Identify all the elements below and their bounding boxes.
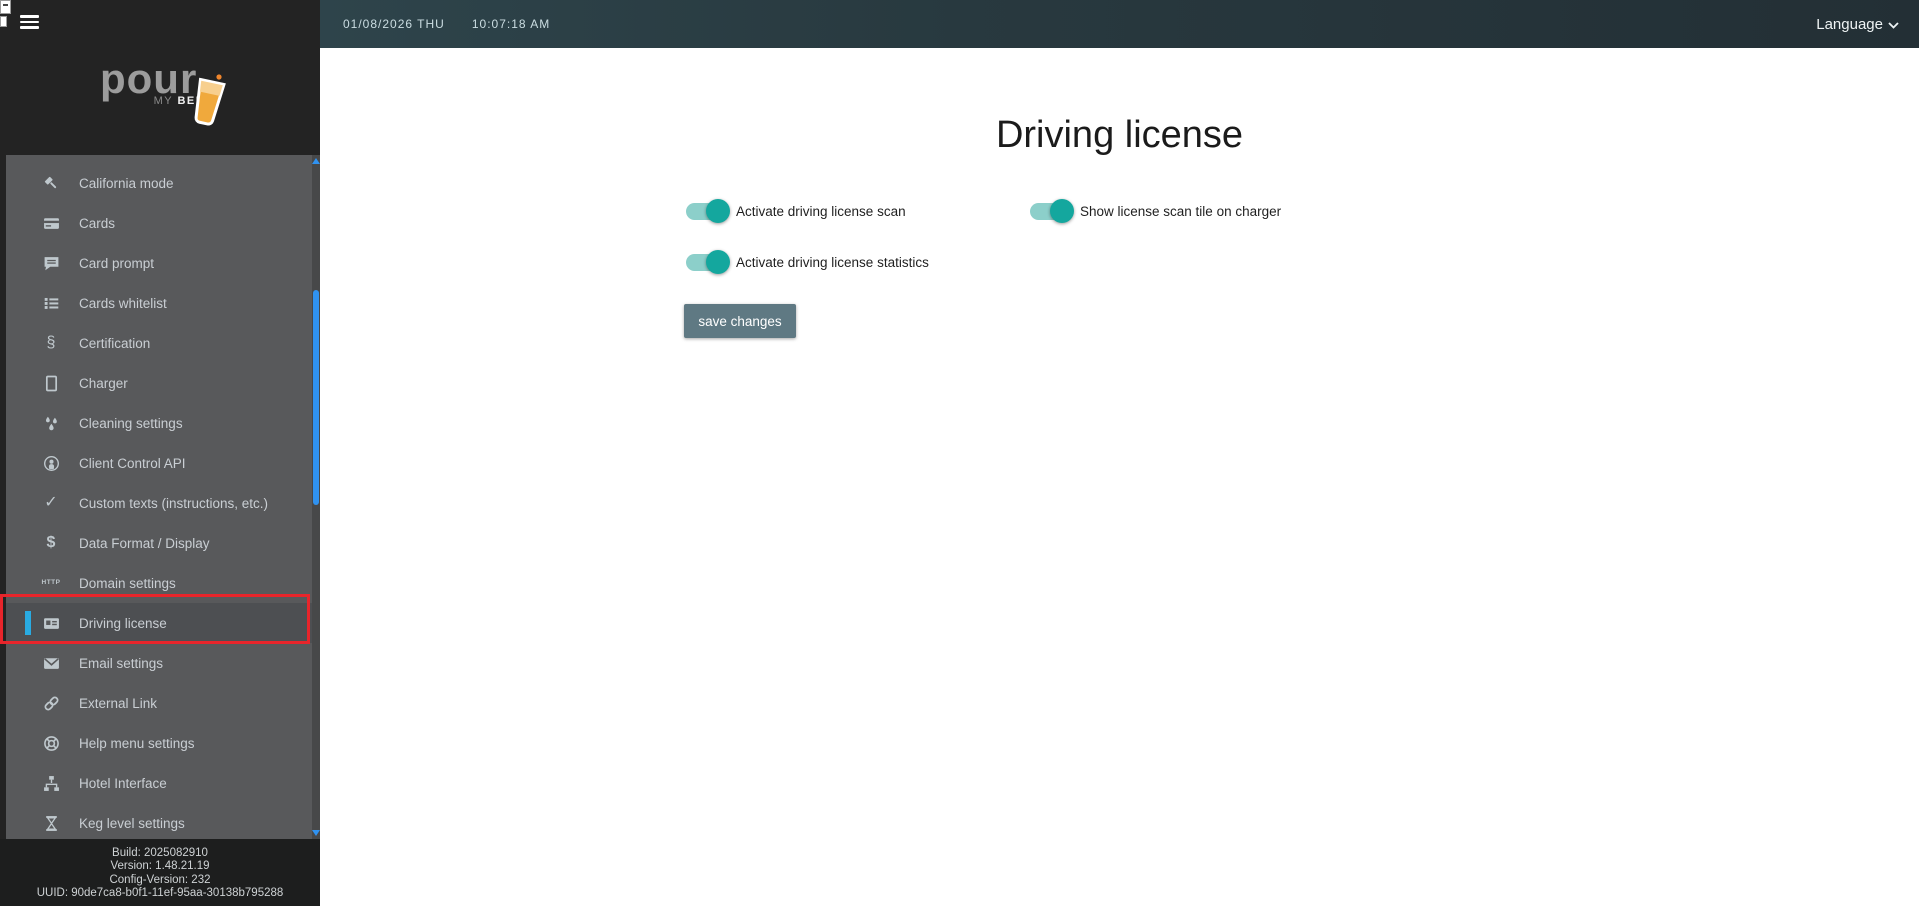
sidebar-item-label: Cards whitelist [79, 295, 167, 311]
broken-image-artifact [0, 16, 7, 27]
main-content: Driving license Activate driving license… [320, 48, 1919, 906]
toggle-label: Activate driving license statistics [736, 254, 929, 270]
sidebar-item-hotel-interface[interactable]: Hotel Interface [6, 763, 320, 803]
sidebar-item-card-prompt[interactable]: Card prompt [6, 243, 320, 283]
toggle-row-show-license-scan-tile-on-charger: Show license scan tile on charger [1030, 199, 1281, 223]
life-ring-icon [40, 734, 62, 752]
menu-toggle-button[interactable] [20, 15, 39, 30]
toggle-show-license-scan-tile-on-charger[interactable] [1030, 199, 1074, 223]
time-text: 10:07:18 AM [471, 17, 551, 31]
http-icon: HTTP [41, 578, 61, 586]
sidebar-item-email-settings[interactable]: Email settings [6, 643, 320, 683]
sidebar-menu: California mode Cards Card prompt Cards whi… [6, 155, 320, 839]
sidebar-item-cards-whitelist[interactable]: Cards whitelist [6, 283, 320, 323]
chat-icon [40, 254, 62, 272]
beer-glass-icon [194, 74, 226, 126]
scroll-down-arrow[interactable] [312, 830, 320, 836]
toggle-row-activate-driving-license-statistics: Activate driving license statistics [686, 250, 929, 274]
toggle-knob [706, 250, 730, 274]
toggle-knob [1050, 199, 1074, 223]
sidebar-item-label: Data Format / Display [79, 535, 210, 551]
envelope-icon [40, 654, 62, 672]
toggle-activate-driving-license-statistics[interactable] [686, 250, 730, 274]
sidebar-item-label: Client Control API [79, 455, 186, 471]
section-icon: § [46, 334, 56, 351]
sidebar-item-label: Charger [79, 375, 128, 391]
broken-image-artifact [0, 0, 11, 14]
sidebar-item-label: Cards [79, 215, 116, 231]
hourglass-icon [40, 814, 62, 832]
gavel-icon [40, 174, 62, 192]
sidebar-item-domain-settings[interactable]: HTTP Domain settings [6, 563, 320, 603]
check-icon: ✓ [44, 494, 58, 511]
sidebar-item-california-mode[interactable]: California mode [6, 163, 320, 203]
sidebar-item-label: Keg level settings [79, 815, 185, 831]
date-text: 01/08/2026 THU [343, 17, 445, 31]
toggle-label: Activate driving license scan [736, 203, 906, 219]
sidebar-item-cards[interactable]: Cards [6, 203, 320, 243]
podcast-icon [40, 454, 62, 472]
sidebar: pour MY BEER California mode Cards Card pr… [0, 0, 320, 906]
sidebar-footer: Build: 2025082910 Version: 1.48.21.19 Co… [0, 839, 320, 906]
tablet-icon [40, 374, 62, 392]
save-changes-button[interactable]: save changes [684, 304, 796, 338]
sidebar-item-label: Custom texts (instructions, etc.) [79, 495, 269, 511]
link-icon [40, 694, 62, 712]
id-card-icon [40, 614, 62, 632]
sidebar-item-help-menu-settings[interactable]: Help menu settings [6, 723, 320, 763]
sidebar-scrollbar [312, 155, 320, 839]
scroll-up-arrow[interactable] [312, 158, 320, 164]
top-bar: 01/08/2026 THU 10:07:18 AM Language [320, 0, 1919, 48]
hamburger-icon [20, 15, 39, 18]
sidebar-item-certification[interactable]: § Certification [6, 323, 320, 363]
language-dropdown[interactable]: Language [1816, 16, 1899, 33]
page-title: Driving license [995, 114, 1244, 156]
sidebar-item-cleaning-settings[interactable]: Cleaning settings [6, 403, 320, 443]
toggle-knob [706, 199, 730, 223]
sidebar-item-keg-level-settings[interactable]: Keg level settings [6, 803, 320, 839]
sidebar-item-client-control-api[interactable]: Client Control API [6, 443, 320, 483]
toggle-row-activate-driving-license-scan: Activate driving license scan [686, 199, 906, 223]
sidebar-item-custom-texts-instructions-etc[interactable]: ✓ Custom texts (instructions, etc.) [6, 483, 320, 523]
build-info: Build: 2025082910 [112, 847, 208, 859]
language-label: Language [1816, 15, 1883, 33]
sidebar-item-driving-license[interactable]: Driving license [6, 603, 320, 643]
credit-card-icon [40, 214, 62, 232]
toggle-activate-driving-license-scan[interactable] [686, 199, 730, 223]
scrollbar-thumb[interactable] [313, 290, 319, 505]
sidebar-item-label: Certification [79, 335, 151, 351]
sidebar-item-charger[interactable]: Charger [6, 363, 320, 403]
datetime-display: 01/08/2026 THU 10:07:18 AM [343, 17, 550, 31]
sidebar-item-label: Hotel Interface [79, 775, 167, 791]
sidebar-item-label: Help menu settings [79, 735, 195, 751]
version-info: Version: 1.48.21.19 [110, 860, 210, 873]
sidebar-item-label: Email settings [79, 655, 164, 671]
sidebar-item-label: Driving license [79, 615, 167, 631]
sidebar-item-label: Domain settings [79, 575, 176, 591]
list-icon [40, 294, 62, 312]
chevron-down-icon [1888, 21, 1899, 29]
sidebar-item-label: External Link [79, 695, 158, 711]
uuid-info: UUID: 90de7ca8-b0f1-11ef-95aa-30138b7952… [36, 887, 284, 900]
sitemap-icon [40, 774, 62, 792]
config-version-info: Config-Version: 232 [109, 873, 211, 886]
dollar-icon: $ [46, 534, 56, 551]
sidebar-item-external-link[interactable]: External Link [6, 683, 320, 723]
toggle-label: Show license scan tile on charger [1080, 203, 1282, 219]
sidebar-item-data-format-display[interactable]: $ Data Format / Display [6, 523, 320, 563]
sidebar-item-label: Cleaning settings [79, 415, 183, 431]
drops-icon [40, 414, 62, 432]
sidebar-item-label: California mode [79, 175, 174, 191]
sidebar-item-label: Card prompt [79, 255, 155, 271]
